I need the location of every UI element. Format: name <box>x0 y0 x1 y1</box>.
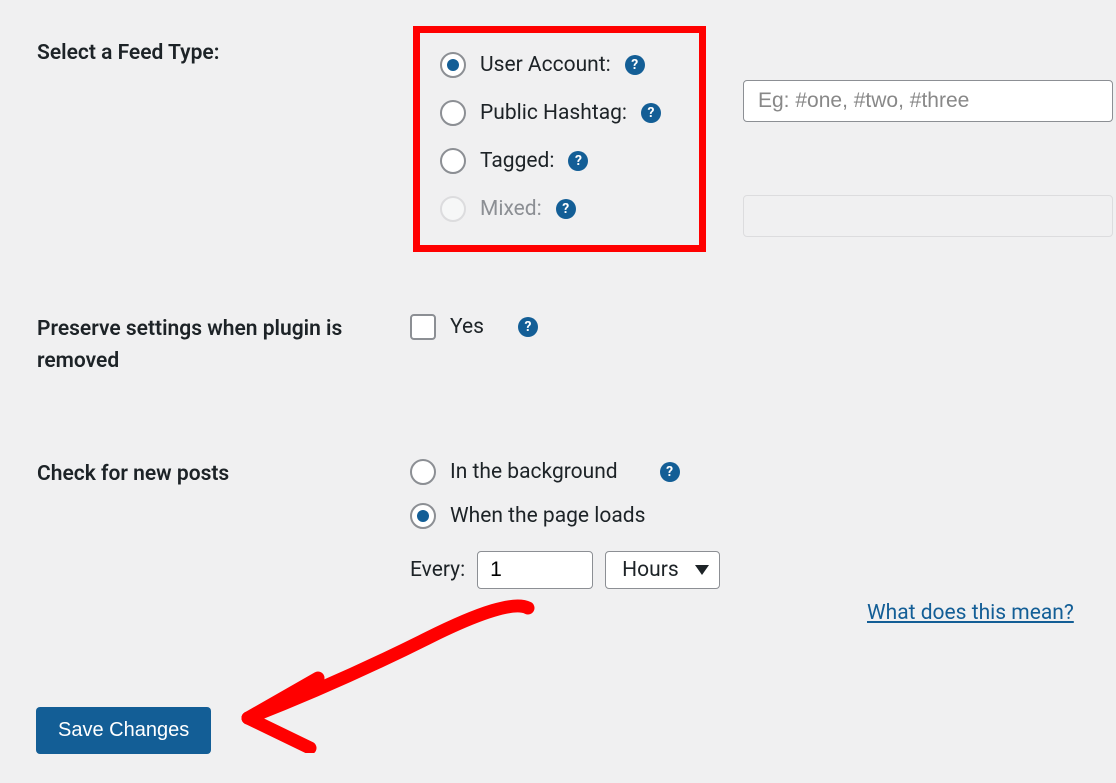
feed-type-label: Select a Feed Type: <box>0 0 410 70</box>
arrow-annotation <box>228 578 548 753</box>
feed-type-highlight-box: User Account: ? Public Hashtag: ? Tagged… <box>413 26 706 252</box>
radio-tagged[interactable] <box>440 148 466 174</box>
save-changes-button[interactable]: Save Changes <box>36 707 211 754</box>
radio-background[interactable] <box>410 459 436 485</box>
hashtag-input[interactable] <box>743 80 1113 122</box>
help-icon[interactable]: ? <box>641 103 661 123</box>
every-value-input[interactable] <box>477 551 593 589</box>
help-icon[interactable]: ? <box>556 199 576 219</box>
every-unit-select[interactable]: Hours <box>605 551 720 589</box>
check-posts-label: Check for new posts <box>0 377 410 491</box>
help-icon[interactable]: ? <box>660 462 680 482</box>
radio-public-hashtag-label: Public Hashtag: <box>480 101 627 125</box>
preserve-checkbox[interactable] <box>410 314 436 340</box>
radio-public-hashtag[interactable] <box>440 100 466 126</box>
radio-user-account-label: User Account: <box>480 53 611 77</box>
what-does-this-mean-link[interactable]: What does this mean? <box>867 601 1074 625</box>
radio-mixed-label: Mixed: <box>480 197 542 221</box>
help-icon[interactable]: ? <box>625 55 645 75</box>
radio-background-label: In the background <box>450 460 618 484</box>
every-label: Every: <box>410 558 465 582</box>
preserve-checkbox-label: Yes <box>450 315 484 339</box>
radio-tagged-label: Tagged: <box>480 149 554 173</box>
radio-page-loads-label: When the page loads <box>450 504 645 528</box>
help-icon[interactable]: ? <box>568 151 588 171</box>
radio-page-loads[interactable] <box>410 503 436 529</box>
radio-mixed <box>440 196 466 222</box>
mixed-input <box>743 195 1113 237</box>
help-icon[interactable]: ? <box>518 317 538 337</box>
chevron-down-icon <box>695 565 709 575</box>
every-unit-value: Hours <box>622 558 679 582</box>
preserve-settings-label: Preserve settings when plugin is removed <box>0 252 410 377</box>
radio-user-account[interactable] <box>440 52 466 78</box>
